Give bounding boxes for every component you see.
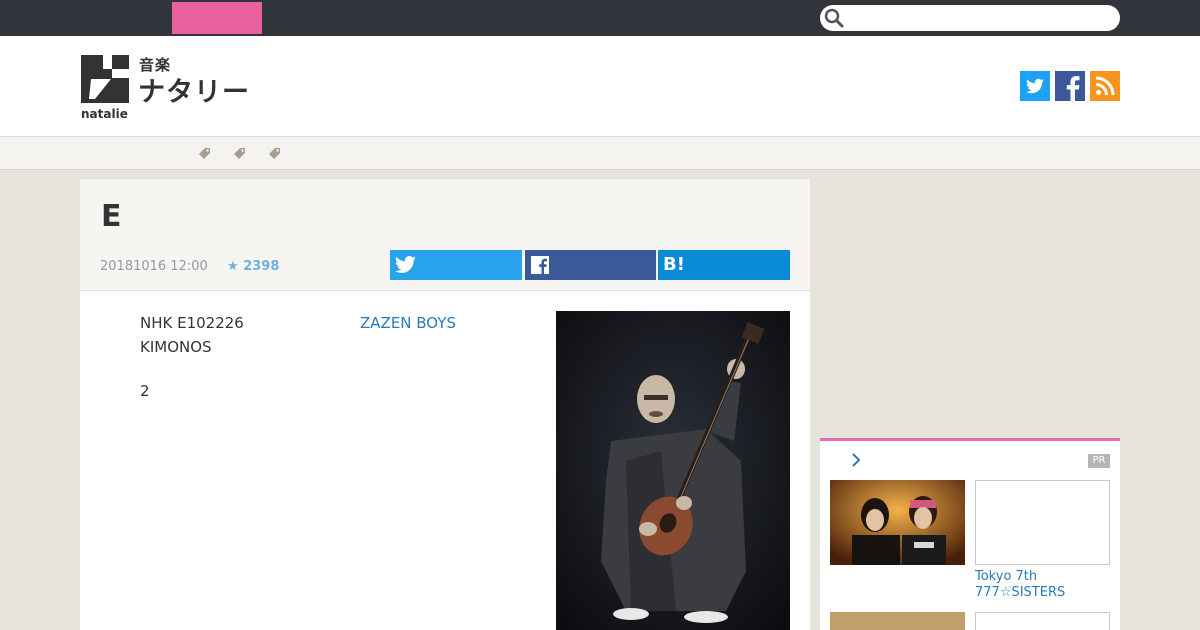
star-count: ★ 2398 [227, 259, 279, 274]
sidebar-item-title[interactable]: Tokyo 7th 777☆SISTERS [975, 569, 1115, 601]
share-facebook-button[interactable] [525, 250, 656, 280]
duo-photo-illustration [830, 480, 965, 565]
rss-link[interactable] [1090, 71, 1120, 101]
search-icon [824, 8, 844, 28]
natalie-logo-icon[interactable] [81, 55, 129, 103]
sidebar-thumbnail[interactable] [830, 612, 965, 630]
tag-icon[interactable] [198, 146, 212, 160]
logo-sub: natalie [81, 107, 128, 121]
share-twitter-button[interactable] [390, 250, 522, 280]
pink-tab[interactable] [172, 2, 262, 34]
body-line-2: KIMONOS [140, 338, 212, 356]
star-count-value: 2398 [243, 259, 280, 274]
search-input[interactable] [820, 5, 1120, 31]
twitter-link[interactable] [1020, 71, 1050, 101]
tag-bar [0, 136, 1200, 170]
top-bar [0, 0, 1200, 36]
sidebar-pr-box: PR Tokyo 7th 777☆SISTERS [820, 438, 1120, 630]
chevron-right-icon[interactable] [851, 452, 861, 468]
tag-icon[interactable] [268, 146, 282, 160]
rss-icon [1095, 76, 1115, 96]
share-hatena-button[interactable]: B! [658, 250, 790, 280]
sidebar-thumbnail[interactable] [975, 612, 1110, 630]
facebook-icon [531, 256, 549, 274]
star-icon: ★ [227, 259, 239, 274]
twitter-icon [395, 256, 416, 273]
body-line-1: NHK E102226 [140, 314, 244, 332]
facebook-link[interactable] [1055, 71, 1085, 101]
article-header: E 20181016 12:00 ★ 2398 B! [80, 179, 810, 291]
hatena-bookmark-icon: B! [663, 254, 685, 275]
bassist-photo-illustration [556, 311, 790, 630]
article-title: E [101, 199, 122, 234]
pr-badge: PR [1088, 454, 1110, 468]
logo-name: ナタリー [138, 77, 250, 108]
article-photo[interactable] [556, 311, 790, 630]
article-date: 20181016 12:00 [100, 259, 208, 274]
twitter-icon [1026, 78, 1044, 94]
body-line-3: 2 [140, 382, 150, 400]
sidebar-thumbnail[interactable] [975, 480, 1110, 565]
site-header: 音楽 ナタリー natalie [0, 36, 1200, 136]
artist-link[interactable]: ZAZEN BOYS [360, 314, 456, 332]
tag-icon[interactable] [233, 146, 247, 160]
facebook-icon [1066, 76, 1080, 101]
article-body: NHK E102226 KIMONOS 2 ZAZEN BOYS [80, 291, 810, 630]
sidebar-thumbnail[interactable] [830, 480, 965, 565]
